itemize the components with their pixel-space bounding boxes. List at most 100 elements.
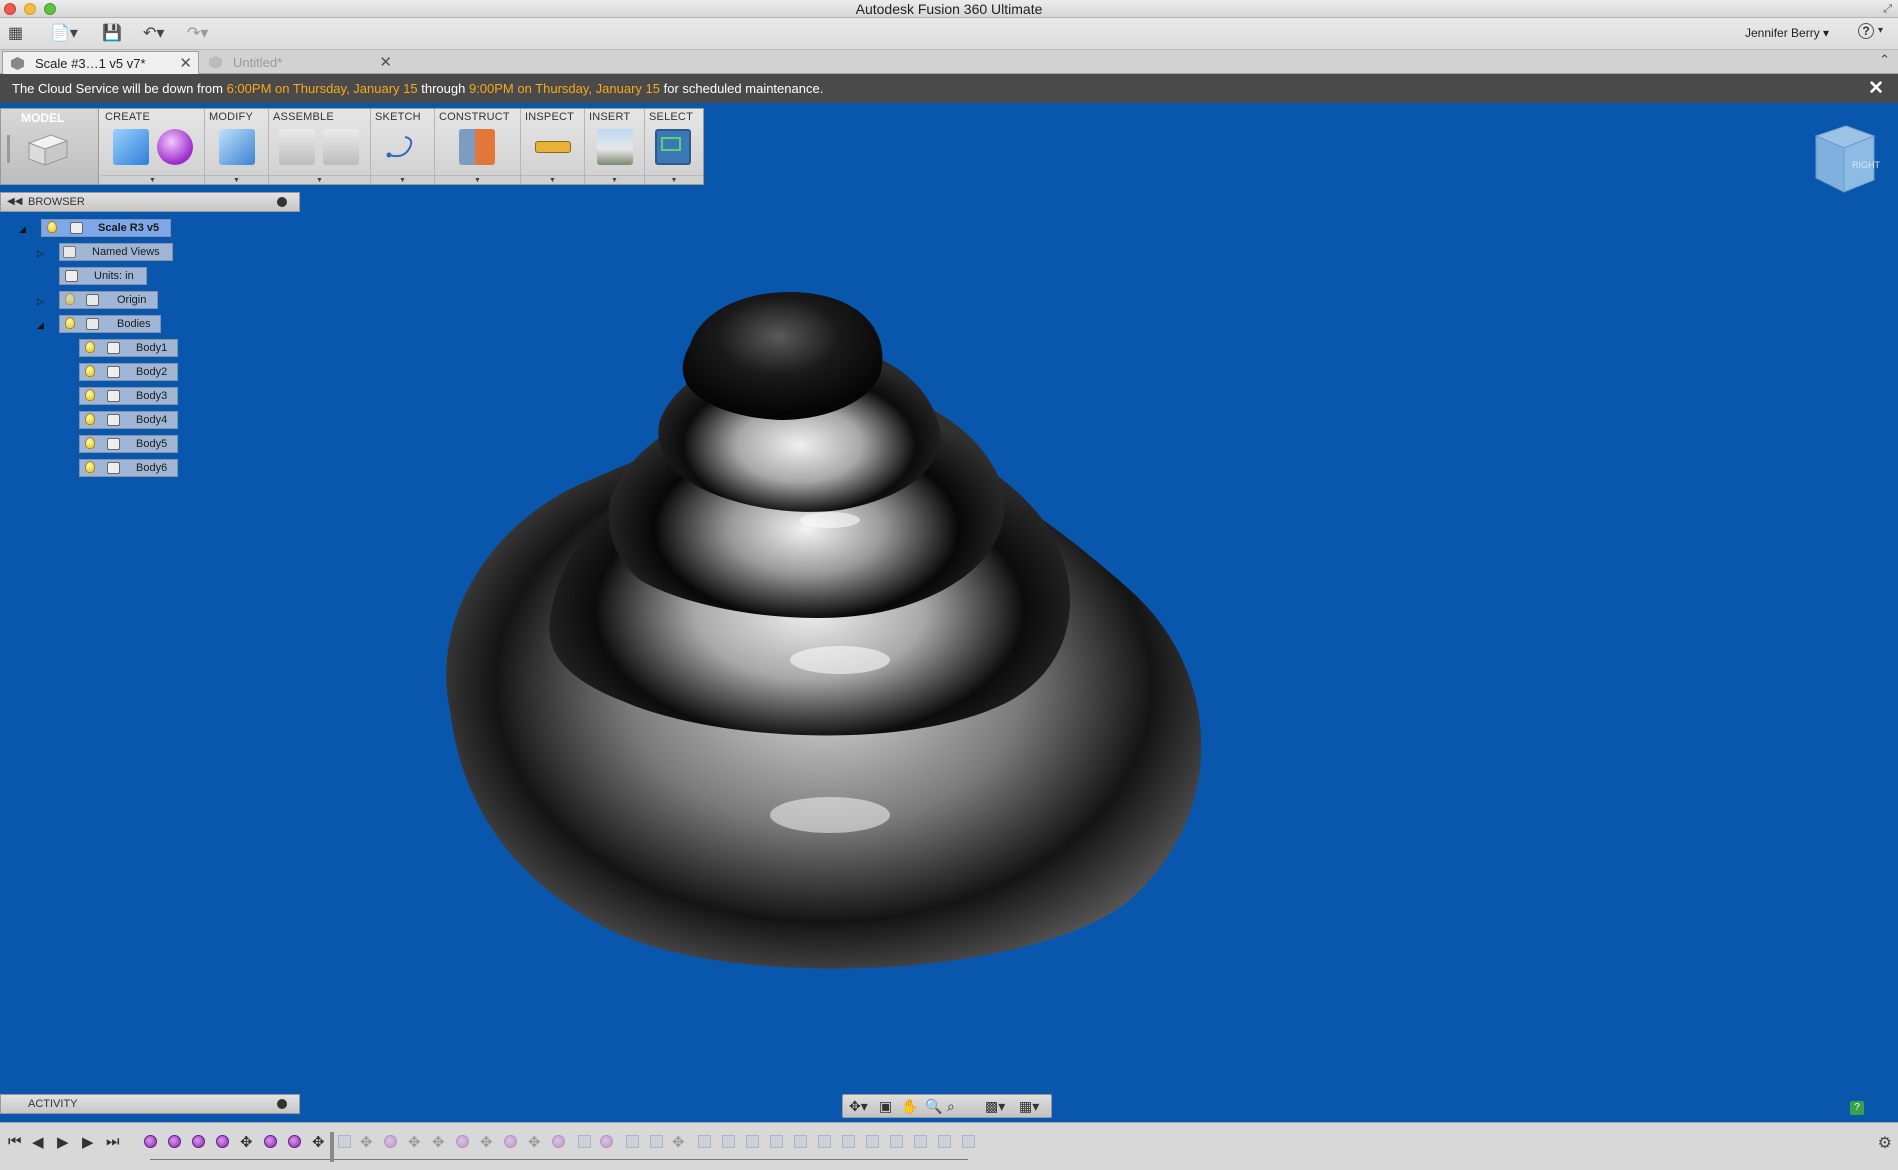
select-dropdown-icon[interactable]: ▼ xyxy=(645,175,703,184)
visibility-bulb-icon[interactable] xyxy=(85,365,95,377)
look-at-icon[interactable]: ▣ xyxy=(879,1098,892,1114)
timeline-suppressed-feature-icon[interactable] xyxy=(650,1135,663,1148)
new-component-icon[interactable] xyxy=(279,129,315,165)
file-menu-icon[interactable]: 📄▾ xyxy=(50,24,78,44)
timeline-suppressed-feature-icon[interactable] xyxy=(914,1135,927,1148)
timeline-suppressed-feature-icon[interactable] xyxy=(890,1135,903,1148)
timeline-suppressed-form-icon[interactable] xyxy=(552,1135,565,1148)
browser-root-node[interactable]: Scale R3 v5 xyxy=(41,219,171,237)
timeline-suppressed-feature-icon[interactable] xyxy=(770,1135,783,1148)
browser-node-body[interactable]: Body6 xyxy=(79,459,178,477)
tab-scale-document[interactable]: Scale #3…1 v5 v7* ✕ xyxy=(2,51,199,74)
data-panel-grid-icon[interactable]: ▦ xyxy=(8,24,23,44)
timeline-move-feature-icon[interactable]: ✥ xyxy=(240,1133,253,1151)
timeline-suppressed-feature-icon[interactable] xyxy=(698,1135,711,1148)
timeline-suppressed-feature-icon[interactable] xyxy=(794,1135,807,1148)
sketch-dropdown-icon[interactable]: ▼ xyxy=(371,175,434,184)
timeline-form-feature-icon[interactable] xyxy=(288,1135,301,1148)
pin-activity-icon[interactable] xyxy=(277,1099,287,1109)
timeline-suppressed-form-icon[interactable] xyxy=(600,1135,613,1148)
timeline-suppressed-feature-icon[interactable] xyxy=(578,1135,591,1148)
redo-icon[interactable]: ↷▾ xyxy=(187,24,208,44)
visibility-bulb-icon[interactable] xyxy=(85,461,95,473)
browser-node-bodies[interactable]: Bodies xyxy=(59,315,161,333)
minimize-window-icon[interactable] xyxy=(24,3,36,15)
timeline-suppressed-form-icon[interactable] xyxy=(384,1135,397,1148)
timeline-suppressed-move-icon[interactable]: ✥ xyxy=(672,1133,685,1151)
step-forward-icon[interactable]: ▶ xyxy=(82,1133,94,1151)
timeline-form-feature-icon[interactable] xyxy=(216,1135,229,1148)
grid-settings-icon[interactable]: ▦▾ xyxy=(1019,1098,1039,1114)
collapse-bodies-icon[interactable]: ◢ xyxy=(37,319,44,331)
measure-icon[interactable] xyxy=(535,141,571,153)
browser-node-units[interactable]: Units: in xyxy=(59,267,147,285)
timeline-settings-gear-icon[interactable]: ⚙ xyxy=(1878,1133,1892,1153)
expand-origin-icon[interactable]: ▷ xyxy=(37,295,44,307)
activity-panel-header[interactable]: ACTIVITY xyxy=(0,1094,300,1114)
expand-root-icon[interactable]: ◢ xyxy=(19,223,26,235)
construct-dropdown-icon[interactable]: ▼ xyxy=(435,175,520,184)
timeline-suppressed-move-icon[interactable]: ✥ xyxy=(408,1133,421,1151)
browser-node-body[interactable]: Body2 xyxy=(79,363,178,381)
timeline-form-feature-icon[interactable] xyxy=(192,1135,205,1148)
visibility-bulb-icon[interactable] xyxy=(47,221,57,233)
timeline-suppressed-feature-icon[interactable] xyxy=(338,1135,351,1148)
timeline-form-feature-icon[interactable] xyxy=(144,1135,157,1148)
create-box-icon[interactable] xyxy=(113,129,149,165)
create-sketch-icon[interactable] xyxy=(385,129,421,165)
modify-dropdown-icon[interactable]: ▼ xyxy=(205,175,268,184)
orbit-icon[interactable]: ✥▾ xyxy=(849,1098,868,1114)
timeline-suppressed-form-icon[interactable] xyxy=(504,1135,517,1148)
collapse-browser-icon[interactable]: ◀◀ xyxy=(7,193,22,211)
visibility-bulb-icon[interactable] xyxy=(65,317,75,329)
play-icon[interactable]: ▶ xyxy=(57,1133,69,1151)
browser-node-origin[interactable]: Origin xyxy=(59,291,158,309)
assemble-dropdown-icon[interactable]: ▼ xyxy=(269,175,370,184)
timeline-suppressed-feature-icon[interactable] xyxy=(746,1135,759,1148)
timeline-form-feature-icon[interactable] xyxy=(264,1135,277,1148)
press-pull-icon[interactable] xyxy=(219,129,255,165)
timeline-suppressed-move-icon[interactable]: ✥ xyxy=(528,1133,541,1151)
browser-panel-header[interactable]: ◀◀ BROWSER xyxy=(0,192,300,212)
collapse-tabs-icon[interactable]: ⌃ xyxy=(1879,52,1890,68)
timeline-form-feature-icon[interactable] xyxy=(168,1135,181,1148)
insert-image-icon[interactable] xyxy=(597,129,633,165)
banner-close-icon[interactable]: ✕ xyxy=(1868,74,1884,103)
close-window-icon[interactable] xyxy=(4,3,16,15)
help-dropdown-icon[interactable]: ▾ xyxy=(1878,25,1883,36)
close-tab-icon[interactable]: ✕ xyxy=(379,51,392,74)
expand-named-views-icon[interactable]: ▷ xyxy=(37,247,44,259)
visibility-bulb-icon[interactable] xyxy=(85,413,95,425)
timeline-suppressed-move-icon[interactable]: ✥ xyxy=(360,1133,373,1151)
fit-icon[interactable]: ⌕ xyxy=(947,1098,955,1114)
visibility-bulb-icon[interactable] xyxy=(85,437,95,449)
timeline-suppressed-feature-icon[interactable] xyxy=(722,1135,735,1148)
timeline-suppressed-feature-icon[interactable] xyxy=(842,1135,855,1148)
feedback-icon[interactable]: ? xyxy=(1850,1101,1864,1115)
pan-icon[interactable]: ✋ xyxy=(901,1098,918,1114)
timeline-marker[interactable] xyxy=(330,1132,334,1162)
joint-icon[interactable] xyxy=(323,129,359,165)
inspect-dropdown-icon[interactable]: ▼ xyxy=(521,175,584,184)
fullscreen-icon[interactable]: ⤢ xyxy=(1883,0,1892,18)
timeline-suppressed-feature-icon[interactable] xyxy=(938,1135,951,1148)
create-dropdown-icon[interactable]: ▼ xyxy=(101,175,204,184)
timeline-suppressed-feature-icon[interactable] xyxy=(818,1135,831,1148)
timeline-suppressed-feature-icon[interactable] xyxy=(866,1135,879,1148)
visibility-bulb-icon[interactable] xyxy=(65,293,75,305)
timeline-suppressed-move-icon[interactable]: ✥ xyxy=(480,1133,493,1151)
model-viewport[interactable] xyxy=(430,290,1250,980)
browser-node-body[interactable]: Body1 xyxy=(79,339,178,357)
insert-dropdown-icon[interactable]: ▼ xyxy=(585,175,644,184)
workspace-switcher[interactable]: MODEL xyxy=(1,109,99,184)
save-icon[interactable]: 💾 xyxy=(102,24,122,44)
timeline-move-feature-icon[interactable]: ✥ xyxy=(312,1133,325,1151)
browser-node-body[interactable]: Body3 xyxy=(79,387,178,405)
undo-icon[interactable]: ↶▾ xyxy=(143,24,164,44)
step-back-icon[interactable]: ◀ xyxy=(32,1133,44,1151)
go-to-end-icon[interactable]: ⏭ xyxy=(106,1133,120,1150)
visibility-bulb-icon[interactable] xyxy=(85,341,95,353)
timeline-suppressed-feature-icon[interactable] xyxy=(626,1135,639,1148)
select-icon[interactable] xyxy=(655,129,691,165)
browser-node-body[interactable]: Body4 xyxy=(79,411,178,429)
